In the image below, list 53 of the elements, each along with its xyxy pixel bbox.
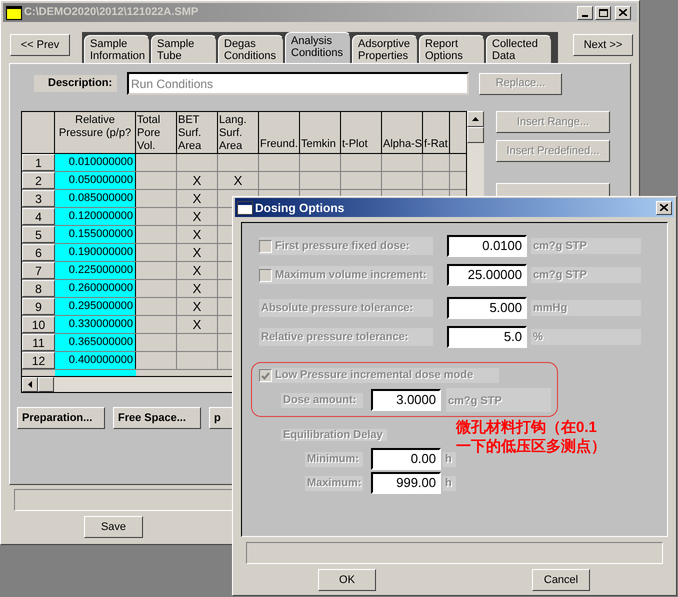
row-header: 11 (22, 334, 55, 351)
option-label: Minimum: (305, 452, 363, 466)
description-label: Description: (34, 75, 117, 92)
row-header: 3 (22, 190, 55, 207)
table-cell: X (177, 190, 218, 207)
row-header: 10 (22, 316, 55, 333)
dialog-title: Dosing Options (255, 200, 344, 216)
pressure-cell: 0.010000000 (55, 154, 136, 171)
table-cell: X (177, 226, 218, 243)
column-header: t-Plot (341, 112, 382, 153)
row-header: 8 (22, 280, 55, 297)
table-cell: X (218, 172, 259, 189)
pressure-cell: 0.190000000 (55, 244, 136, 261)
pressure-cell: 0.050000000 (55, 172, 136, 189)
column-header: Total Pore Vol. (136, 112, 177, 153)
pressure-cell: 0.155000000 (55, 226, 136, 243)
column-header: BET Surf. Area (177, 112, 218, 153)
row-header: 9 (22, 298, 55, 315)
pressure-cell: 0.295000000 (55, 298, 136, 315)
pressure-cell: 0.365000000 (55, 334, 136, 351)
table-cell: X (177, 262, 218, 279)
pressure-cell: 0.120000000 (55, 208, 136, 225)
pressure-cell: 0.085000000 (55, 190, 136, 207)
table-cell: X (177, 316, 218, 333)
row-header: 2 (22, 172, 55, 189)
table-cell: X (177, 172, 218, 189)
column-header: Freund. (259, 112, 300, 153)
option-label: Dose amount: (281, 392, 363, 408)
column-header: Lang. Surf. Area (218, 112, 259, 153)
window-title: C:\DEMO2020\2012\121022A.SMP (24, 5, 198, 20)
row-header: 1 (22, 154, 55, 171)
pressure-cell: 0.330000000 (55, 316, 136, 333)
row-header: 4 (22, 208, 55, 225)
section-label: Equilibration Delay (281, 429, 387, 441)
column-header: Relative Pressure (p/p? (55, 112, 136, 153)
pressure-cell: 0.400000000 (55, 352, 136, 369)
row-header: 5 (22, 226, 55, 243)
table-cell: X (177, 208, 218, 225)
annotation-text: 微孔材料打钩（在0.1一下的低压区多测点） (456, 418, 606, 456)
option-label: Maximum: (305, 476, 363, 490)
column-header: f-Rat (423, 112, 450, 153)
column-header: Temkin (300, 112, 341, 153)
pressure-cell: 0.260000000 (55, 280, 136, 297)
row-header: 12 (22, 352, 55, 369)
unit-label: h (443, 452, 456, 466)
pressure-cell: 0.225000000 (55, 262, 136, 279)
row-header: 7 (22, 262, 55, 279)
unit-label: h (443, 476, 456, 490)
table-cell: X (177, 244, 218, 261)
column-header: Alpha-S (382, 112, 423, 153)
table-cell: X (177, 298, 218, 315)
table-cell: X (177, 280, 218, 297)
row-header: 6 (22, 244, 55, 261)
